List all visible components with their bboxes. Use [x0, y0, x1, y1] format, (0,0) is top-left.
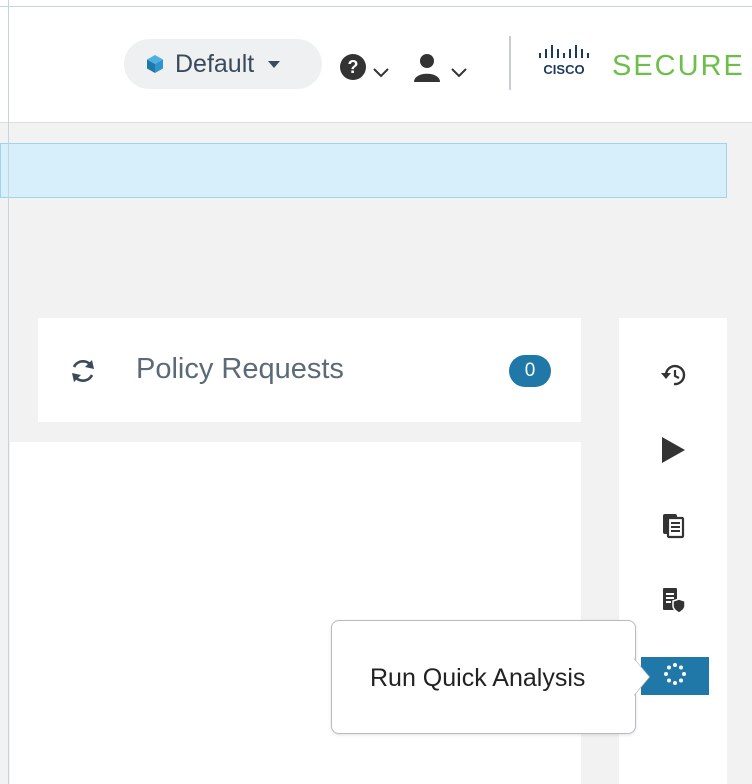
user-menu-button[interactable]	[411, 50, 469, 84]
svg-text:?: ?	[348, 57, 359, 77]
tooltip-arrow-fill	[634, 659, 649, 695]
header-divider	[509, 36, 511, 90]
clipboard-icon[interactable]	[653, 505, 693, 545]
chevron-down-icon	[451, 68, 467, 78]
svg-text:CISCO: CISCO	[543, 62, 584, 77]
policy-requests-count-badge: 0	[509, 355, 551, 387]
help-menu-button[interactable]: ?	[339, 50, 391, 84]
policy-requests-title: Policy Requests	[136, 353, 344, 385]
user-icon	[414, 54, 440, 82]
window-left-edge	[8, 0, 9, 784]
product-name: SECURE	[612, 50, 745, 82]
quick-analysis-tooltip: Run Quick Analysis	[331, 620, 636, 734]
tooltip-text: Run Quick Analysis	[370, 664, 586, 692]
caret-down-icon	[268, 60, 281, 68]
quick-analysis-button[interactable]	[641, 657, 709, 695]
chevron-down-icon	[373, 68, 389, 78]
refresh-icon[interactable]	[68, 356, 98, 386]
notification-banner	[0, 143, 727, 198]
cisco-logo: CISCO	[536, 44, 600, 83]
history-icon[interactable]	[654, 355, 694, 395]
document-shield-icon[interactable]	[653, 580, 693, 620]
scope-selector[interactable]: Default	[124, 39, 322, 89]
question-circle-icon: ?	[340, 54, 366, 80]
cube-icon	[147, 55, 163, 73]
policy-requests-card[interactable]: Policy Requests 0	[38, 318, 581, 422]
scope-label: Default	[175, 49, 255, 78]
spinner-dots-icon	[664, 663, 686, 685]
play-icon[interactable]	[653, 430, 693, 470]
window-top-edge	[0, 6, 752, 7]
